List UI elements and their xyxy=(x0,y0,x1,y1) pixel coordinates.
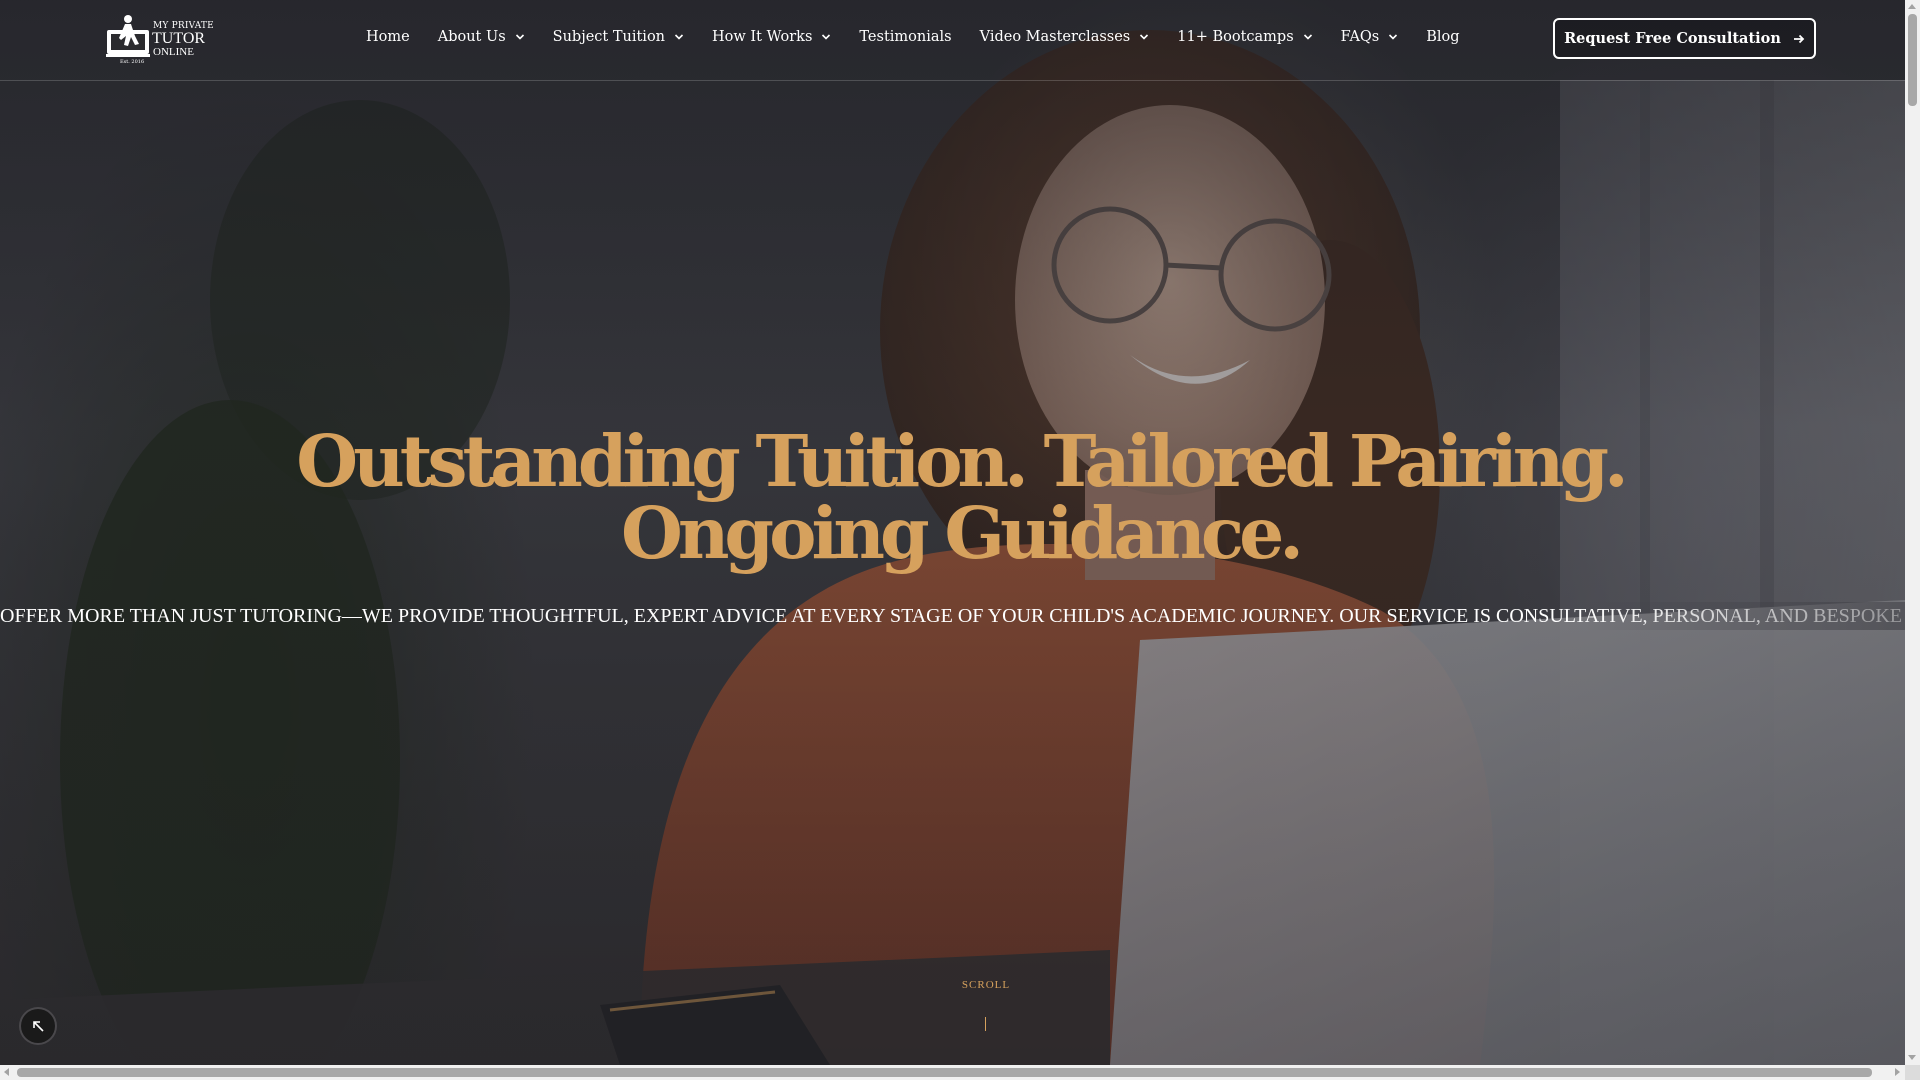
hero-headline-line1: Outstanding Tuition. Tailored Pairing. xyxy=(296,419,1628,503)
scroll-indicator-label[interactable]: SCROLL xyxy=(0,979,1920,991)
logo-text-online: ONLINE xyxy=(153,46,194,58)
chevron-down-icon xyxy=(1303,34,1312,40)
nav-item-label: Subject Tuition xyxy=(552,29,666,45)
chevron-down-icon xyxy=(1389,34,1398,40)
scrollbar-corner xyxy=(1905,1065,1920,1080)
site-header: MY PRIVATE TUTOR ONLINE Est. 2016 Home A… xyxy=(0,0,1905,81)
page: MY PRIVATE TUTOR ONLINE Est. 2016 Home A… xyxy=(0,0,1920,1080)
scroll-indicator-line xyxy=(985,1017,986,1031)
nav-item-bootcamps[interactable]: 11+ Bootcamps xyxy=(1177,29,1312,45)
nav-item-label: About Us xyxy=(437,29,506,45)
hero-ticker: OFFER MORE THAN JUST TUTORING—WE PROVIDE… xyxy=(0,602,1905,630)
nav-item-label: How It Works xyxy=(712,29,813,45)
nav-item-faqs[interactable]: FAQs xyxy=(1341,29,1399,45)
main-nav: Home About Us Subject Tuition How It Wor… xyxy=(366,29,1488,45)
nav-item-video-masterclasses[interactable]: Video Masterclasses xyxy=(980,29,1150,45)
back-to-top-button[interactable] xyxy=(21,1009,55,1043)
scroll-down-arrow[interactable] xyxy=(1908,1055,1916,1060)
nav-item-label: Blog xyxy=(1426,29,1460,45)
hero-headline: Outstanding Tuition. Tailored Pairing. O… xyxy=(0,425,1920,569)
nav-item-how-it-works[interactable]: How It Works xyxy=(712,29,831,45)
nav-item-label: Video Masterclasses xyxy=(979,29,1131,45)
chevron-down-icon xyxy=(515,34,524,40)
arrow-right-icon xyxy=(1793,34,1805,43)
arrow-up-left-icon xyxy=(33,1021,44,1032)
vertical-scroll-thumb[interactable] xyxy=(1908,14,1917,106)
nav-item-home[interactable]: Home xyxy=(366,29,410,45)
request-consultation-label: Request Free Consultation xyxy=(1564,30,1781,47)
horizontal-scroll-thumb[interactable] xyxy=(17,1068,1872,1077)
vertical-scrollbar[interactable] xyxy=(1905,0,1920,1065)
horizontal-scrollbar[interactable] xyxy=(0,1065,1905,1080)
scroll-up-arrow[interactable] xyxy=(1908,4,1916,9)
nav-item-about-us[interactable]: About Us xyxy=(438,29,525,45)
hero-headline-line2: Ongoing Guidance. xyxy=(620,491,1304,575)
nav-item-label: FAQs xyxy=(1340,29,1380,45)
chevron-down-icon xyxy=(674,34,684,40)
nav-item-label: 11+ Bootcamps xyxy=(1177,29,1294,45)
nav-item-label: Home xyxy=(366,29,410,45)
site-logo[interactable]: MY PRIVATE TUTOR ONLINE Est. 2016 xyxy=(106,14,214,66)
nav-item-subject-tuition[interactable]: Subject Tuition xyxy=(553,29,684,45)
scroll-left-arrow[interactable] xyxy=(4,1068,9,1076)
chevron-down-icon xyxy=(1140,34,1149,40)
scroll-right-arrow[interactable] xyxy=(1895,1068,1900,1076)
logo-established: Est. 2016 xyxy=(120,59,145,65)
ticker-fade xyxy=(1585,602,1905,630)
tutor-logo-icon xyxy=(106,15,150,57)
nav-item-blog[interactable]: Blog xyxy=(1426,29,1459,45)
nav-item-label: Testimonials xyxy=(859,29,952,45)
chevron-down-icon xyxy=(822,34,831,40)
nav-item-testimonials[interactable]: Testimonials xyxy=(859,29,951,45)
request-consultation-button[interactable]: Request Free Consultation xyxy=(1553,18,1816,59)
